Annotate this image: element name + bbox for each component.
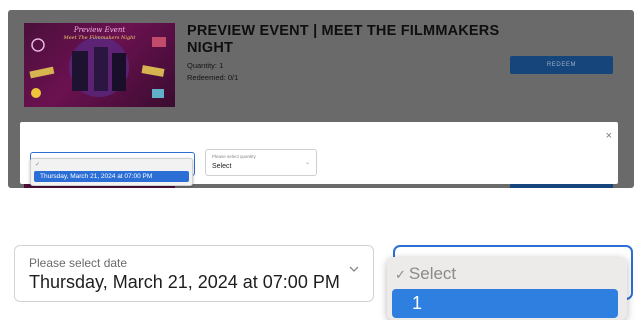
poster-subtitle: Meet The Filmmakers Night bbox=[63, 35, 136, 41]
next-redeem-button[interactable] bbox=[510, 184, 613, 188]
close-icon[interactable]: × bbox=[606, 131, 612, 142]
date-select-label: Please select date bbox=[29, 256, 128, 270]
event-card: Preview Event Meet The Filmmakers Night … bbox=[8, 10, 634, 122]
date-dropdown-menu-mini: ✓ Thursday, March 21, 2024 at 07:00 PM bbox=[30, 158, 193, 186]
check-icon: ✓ bbox=[35, 162, 41, 168]
check-icon: ✓ bbox=[395, 267, 406, 282]
select-ticket-modal: × ✓ Thursday, March 21, 2024 at 07:00 PM… bbox=[20, 122, 618, 186]
date-option-mini[interactable]: Thursday, March 21, 2024 at 07:00 PM bbox=[34, 171, 189, 182]
redeem-button[interactable]: REDEEM bbox=[510, 56, 613, 74]
date-select-value: Thursday, March 21, 2024 at 07:00 PM bbox=[29, 272, 340, 292]
event-quantity: Quantity: 1 bbox=[187, 61, 224, 70]
chevron-down-icon bbox=[349, 266, 359, 272]
quantity-select-mini[interactable]: Please select quantity Select ⌄ bbox=[205, 149, 317, 176]
page-overlay: Preview Event Meet The Filmmakers Night … bbox=[8, 10, 634, 188]
event-poster-image: Preview Event Meet The Filmmakers Night bbox=[24, 23, 175, 107]
quantity-placeholder-label: Select bbox=[408, 264, 457, 283]
quantity-dropdown-menu: ✓ Select 1 bbox=[387, 257, 627, 320]
event-redeemed: Redeemed: 0/1 bbox=[187, 73, 239, 82]
quantity-value-mini: Select bbox=[212, 163, 232, 170]
quantity-label-mini: Please select quantity bbox=[212, 154, 256, 159]
event-title: PREVIEW EVENT | MEET THE FILMMAKERS NIGH… bbox=[187, 23, 500, 56]
poster-title: Preview Event bbox=[73, 26, 126, 34]
quantity-option-placeholder[interactable]: ✓ Select bbox=[395, 264, 456, 284]
quantity-option[interactable]: 1 bbox=[392, 289, 618, 318]
chevron-down-icon: ⌄ bbox=[304, 160, 310, 166]
date-select[interactable]: Please select date Thursday, March 21, 2… bbox=[14, 245, 374, 302]
